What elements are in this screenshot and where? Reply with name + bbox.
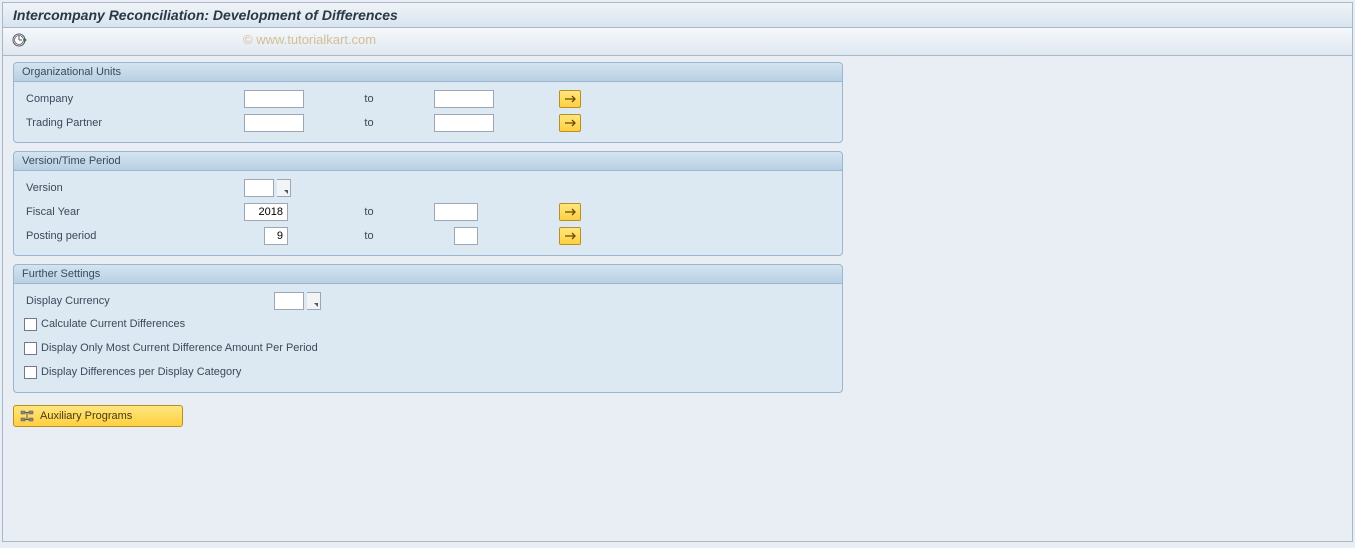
posting-period-to-input[interactable] xyxy=(454,227,478,245)
fiscal-year-row: Fiscal Year to xyxy=(24,201,832,223)
further-settings-group: Further Settings Display Currency Calcul… xyxy=(13,264,843,393)
most-current-checkbox[interactable] xyxy=(24,342,37,355)
display-currency-label: Display Currency xyxy=(24,295,274,307)
per-category-row: Display Differences per Display Category xyxy=(24,362,832,382)
execute-icon[interactable] xyxy=(11,32,29,50)
company-label: Company xyxy=(24,93,244,105)
version-input[interactable] xyxy=(244,179,274,197)
calc-current-diff-checkbox[interactable] xyxy=(24,318,37,331)
fiscal-year-to-input[interactable] xyxy=(434,203,478,221)
company-multiselect-button[interactable] xyxy=(559,90,581,108)
per-category-checkbox[interactable] xyxy=(24,366,37,379)
page-title: Intercompany Reconciliation: Development… xyxy=(3,3,1352,28)
watermark-text: © www.tutorialkart.com xyxy=(243,32,376,47)
calc-current-diff-row: Calculate Current Differences xyxy=(24,314,832,334)
fiscal-year-label: Fiscal Year xyxy=(24,206,244,218)
display-currency-input[interactable] xyxy=(274,292,304,310)
posting-period-row: Posting period to xyxy=(24,225,832,247)
version-time-period-title: Version/Time Period xyxy=(14,152,842,171)
trading-partner-to-input[interactable] xyxy=(434,114,494,132)
auxiliary-programs-label: Auxiliary Programs xyxy=(40,410,132,422)
content-area: Organizational Units Company to Trading … xyxy=(3,56,1352,433)
further-settings-title: Further Settings xyxy=(14,265,842,284)
company-to-input[interactable] xyxy=(434,90,494,108)
auxiliary-programs-icon xyxy=(20,409,34,423)
display-currency-f4-help-icon[interactable] xyxy=(307,292,321,310)
trading-partner-to-label: to xyxy=(304,117,434,129)
fiscal-year-multiselect-button[interactable] xyxy=(559,203,581,221)
main-container: Intercompany Reconciliation: Development… xyxy=(2,2,1353,542)
posting-period-label: Posting period xyxy=(24,230,244,242)
fiscal-year-from-input[interactable] xyxy=(244,203,288,221)
posting-period-from-input[interactable] xyxy=(264,227,288,245)
company-row: Company to xyxy=(24,88,832,110)
posting-period-multiselect-button[interactable] xyxy=(559,227,581,245)
trading-partner-row: Trading Partner to xyxy=(24,112,832,134)
fiscal-year-to-label: to xyxy=(304,206,434,218)
auxiliary-programs-button[interactable]: Auxiliary Programs xyxy=(13,405,183,427)
company-from-input[interactable] xyxy=(244,90,304,108)
application-toolbar: © www.tutorialkart.com xyxy=(3,28,1352,56)
trading-partner-from-input[interactable] xyxy=(244,114,304,132)
version-f4-help-icon[interactable] xyxy=(277,179,291,197)
posting-period-to-label: to xyxy=(304,230,434,242)
version-label: Version xyxy=(24,182,244,194)
organizational-units-group: Organizational Units Company to Trading … xyxy=(13,62,843,143)
version-row: Version xyxy=(24,177,832,199)
trading-partner-label: Trading Partner xyxy=(24,117,244,129)
trading-partner-multiselect-button[interactable] xyxy=(559,114,581,132)
most-current-row: Display Only Most Current Difference Amo… xyxy=(24,338,832,358)
version-time-period-group: Version/Time Period Version Fiscal Year … xyxy=(13,151,843,256)
display-currency-row: Display Currency xyxy=(24,290,832,312)
organizational-units-title: Organizational Units xyxy=(14,63,842,82)
calc-current-diff-label: Calculate Current Differences xyxy=(41,318,185,330)
company-to-label: to xyxy=(304,93,434,105)
most-current-label: Display Only Most Current Difference Amo… xyxy=(41,342,318,354)
per-category-label: Display Differences per Display Category xyxy=(41,366,241,378)
